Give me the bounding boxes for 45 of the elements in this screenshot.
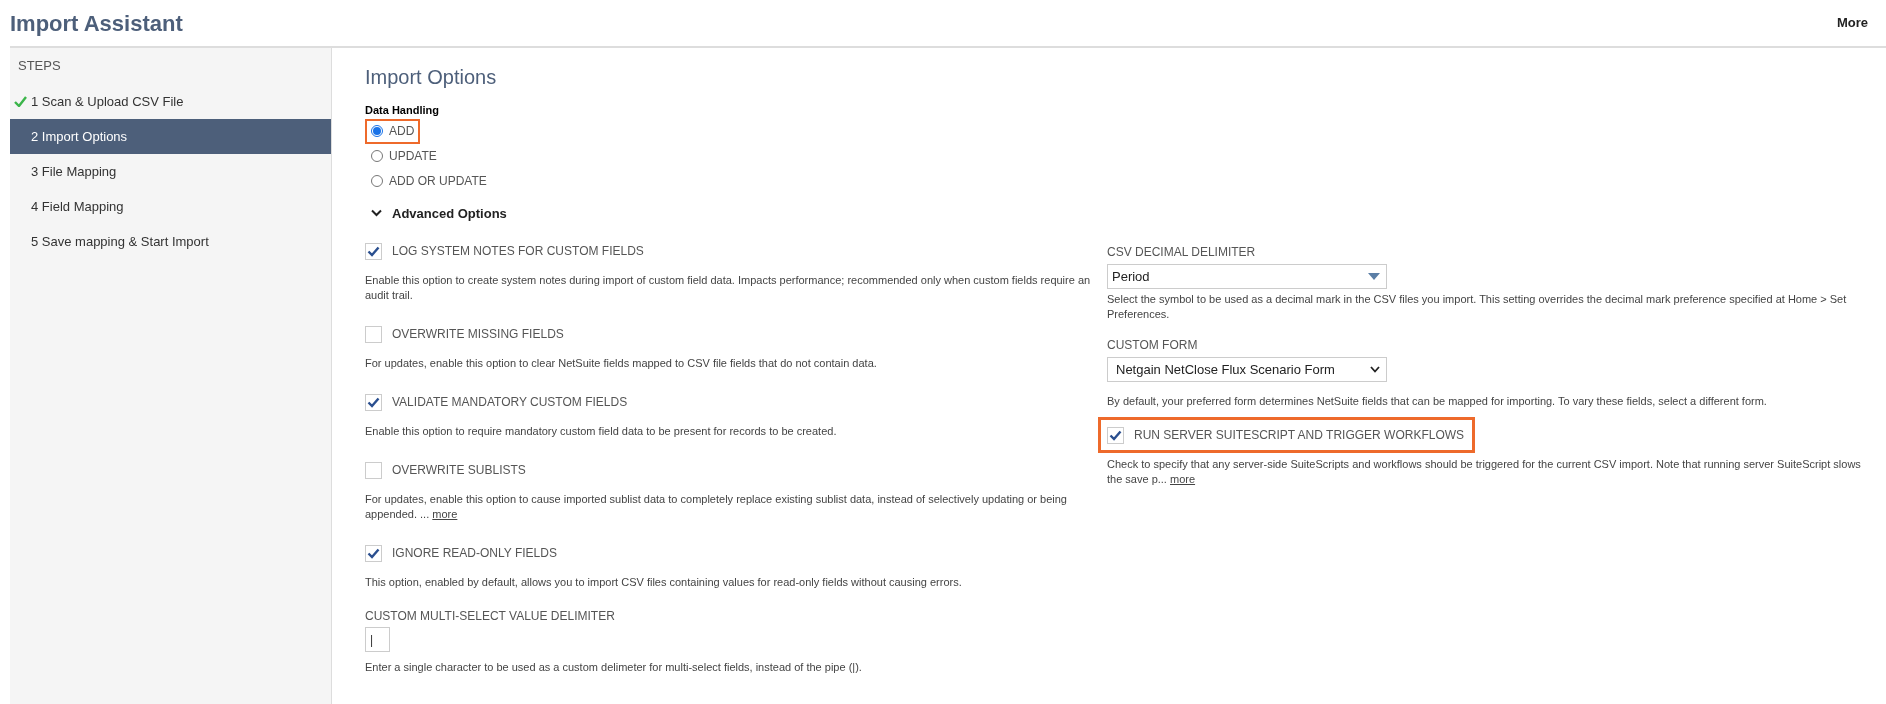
- option-description: By default, your preferred form determines NetSuite fields that can be mapped for importing. To vary these fields, select a different form.: [1107, 394, 1768, 409]
- checkbox-option[interactable]: LOG SYSTEM NOTES FOR CUSTOM FIELDS: [362, 233, 647, 269]
- checkmark-icon: [367, 396, 380, 408]
- checkbox-option[interactable]: OVERWRITE SUBLISTS: [362, 452, 529, 488]
- more-link[interactable]: more: [1170, 473, 1196, 485]
- chevron-down-icon: [371, 209, 382, 218]
- field-label: CSV DECIMAL DELIMITER: [1107, 244, 1257, 261]
- checkmark-icon: [1109, 429, 1122, 441]
- step-item[interactable]: 4 Field Mapping: [10, 189, 331, 224]
- section-title: Import Options: [365, 65, 498, 90]
- option-description: Enable this option to require mandatory custom field data to be present for records to be created.: [365, 424, 838, 439]
- more-link[interactable]: More: [1836, 13, 1868, 33]
- field-label: CUSTOM FORM: [1107, 337, 1199, 354]
- option-description: Check to specify that any server-side SuiteScripts and workflows should be triggered for the current CSV import. Note that running server SuiteScript slows the save p... more: [1107, 457, 1862, 487]
- option-description: Select the symbol to be used as a decimal mark in the CSV files you import. This setting overrides the decimal mark preference specified at Home > Set Preferences.: [1107, 292, 1848, 322]
- option-description: For updates, enable this option to cause imported sublist data to completely replace existing sublist data, instead of selectively updating or being appended. ... more: [365, 492, 1068, 522]
- advanced-options-toggle[interactable]: Advanced Options: [371, 203, 507, 223]
- page-title: Import Assistant: [10, 9, 183, 38]
- option-description: Enable this option to create system notes during import of custom field data. Impacts performance; recommended only when custom fields require an audit trail.: [365, 273, 1092, 303]
- checkmark-icon: [367, 547, 380, 559]
- radio-option[interactable]: UPDATE: [365, 143, 443, 169]
- radio-option[interactable]: ADD: [365, 118, 421, 144]
- checkbox-option[interactable]: VALIDATE MANDATORY CUSTOM FIELDS: [362, 384, 631, 420]
- more-link[interactable]: more: [432, 508, 458, 520]
- checkbox-option[interactable]: OVERWRITE MISSING FIELDS: [362, 316, 567, 352]
- radio-option[interactable]: ADD OR UPDATE: [365, 168, 493, 194]
- steps-heading: STEPS: [17, 57, 62, 75]
- checkbox-option[interactable]: IGNORE READ-ONLY FIELDS: [362, 535, 560, 571]
- option-description: This option, enabled by default, allows you to import CSV files containing values for read-only fields without causing errors.: [365, 575, 963, 590]
- select-dropdown[interactable]: Netgain NetClose Flux Scenario Form: [1107, 357, 1387, 382]
- option-description: Enter a single character to be used as a custom delimeter for multi-select fields, instead of the pipe (|).: [365, 660, 863, 675]
- delimiter-input[interactable]: |: [365, 627, 390, 652]
- step-item[interactable]: 3 File Mapping: [10, 154, 331, 189]
- step-item[interactable]: 5 Save mapping & Start Import: [10, 224, 331, 259]
- data-handling-label: Data Handling: [365, 103, 440, 118]
- checkmark-icon: [14, 96, 27, 107]
- step-item[interactable]: 1 Scan & Upload CSV File: [10, 84, 331, 119]
- combo-box[interactable]: Period: [1107, 264, 1387, 289]
- field-label: CUSTOM MULTI-SELECT VALUE DELIMITER: [365, 608, 616, 625]
- step-item[interactable]: 2 Import Options: [10, 119, 331, 154]
- checkmark-icon: [367, 245, 380, 257]
- option-description: For updates, enable this option to clear NetSuite fields mapped to CSV file fields that do not contain data.: [365, 356, 878, 371]
- chevron-down-icon: [1370, 366, 1380, 373]
- dropdown-triangle-icon: [1368, 273, 1380, 280]
- checkbox-option[interactable]: RUN SERVER SUITESCRIPT AND TRIGGER WORKFLOWS: [1098, 417, 1476, 453]
